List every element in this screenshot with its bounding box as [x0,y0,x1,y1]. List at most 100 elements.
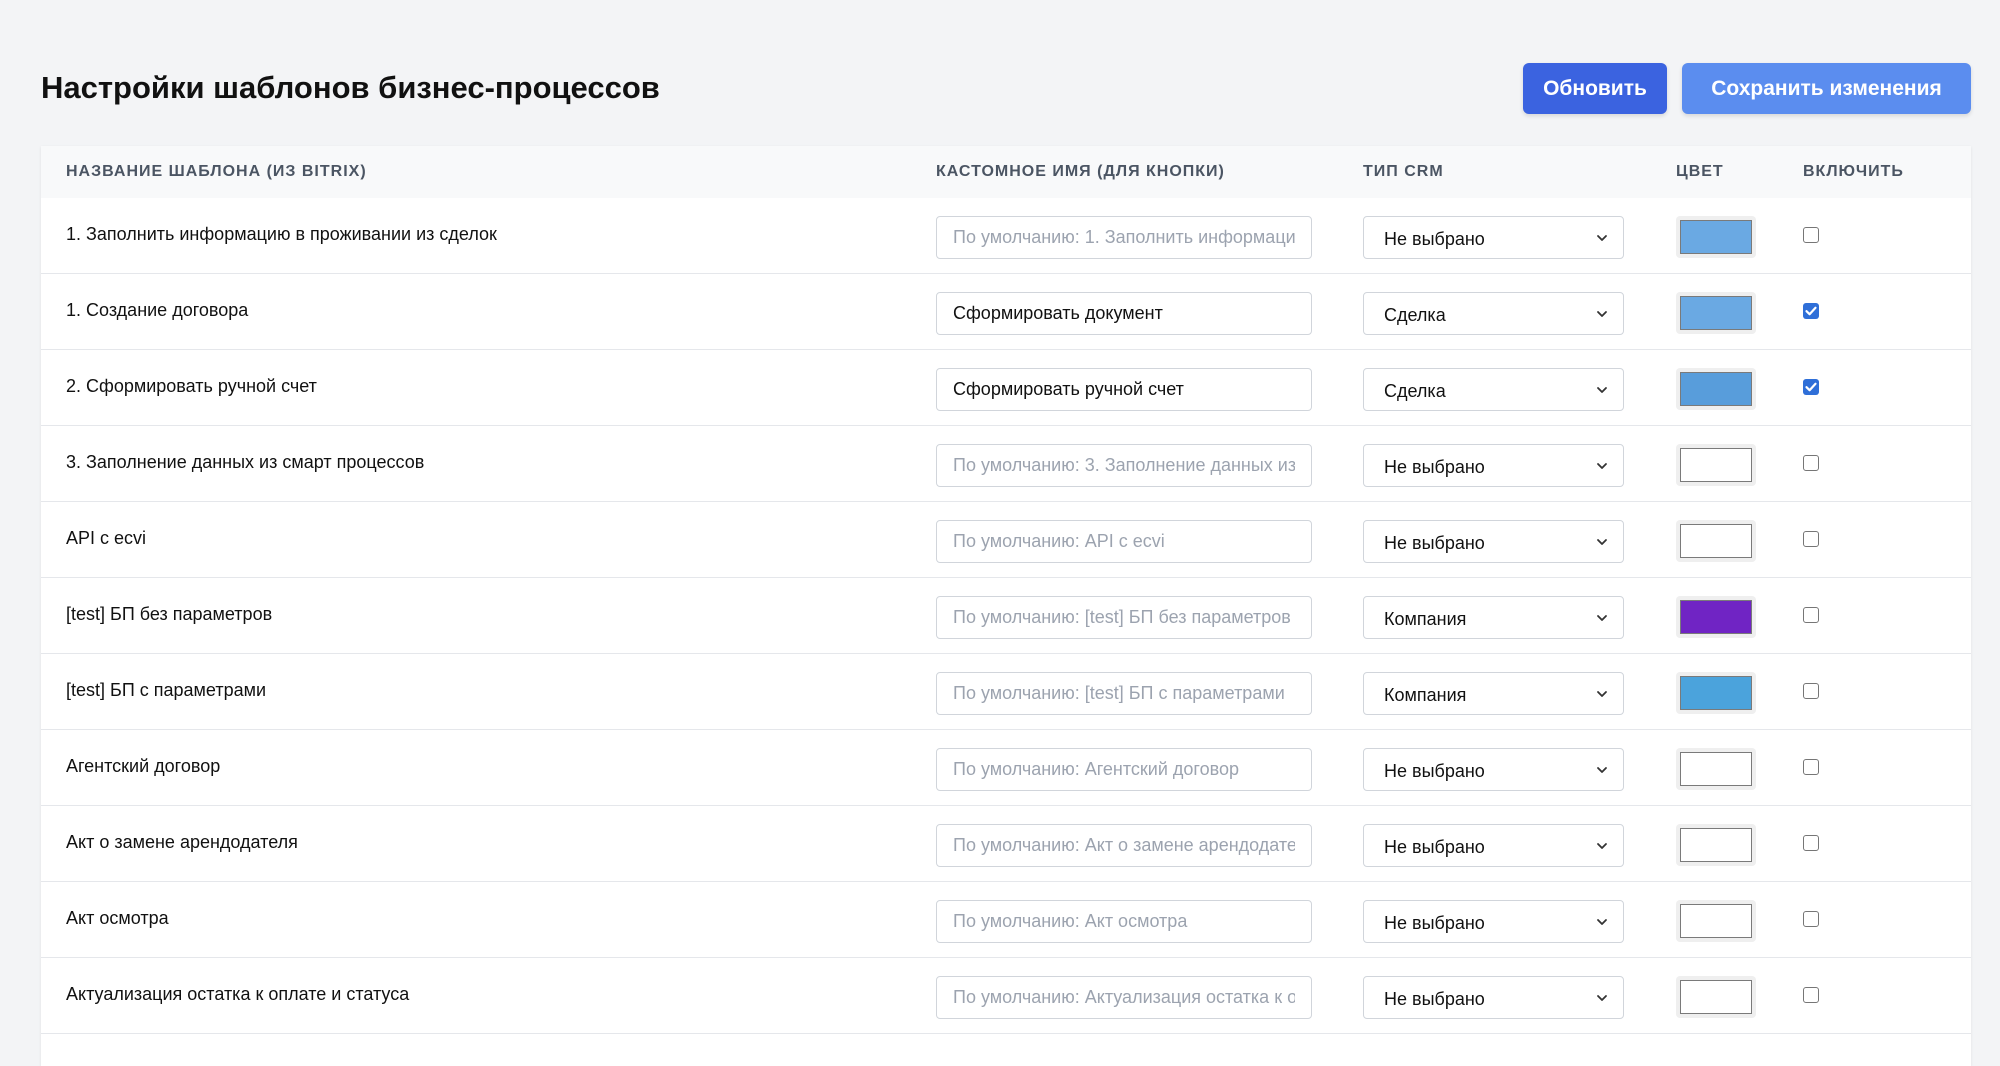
crm-type-value: Не выбрано [1384,457,1485,477]
color-swatch-fill [1680,752,1752,786]
enable-checkbox[interactable] [1803,303,1819,319]
refresh-button[interactable]: Обновить [1523,63,1667,114]
template-name: API с ecvi [66,528,147,548]
crm-type-value: Не выбрано [1384,837,1485,857]
enable-checkbox[interactable] [1803,911,1819,927]
color-swatch-fill [1680,676,1752,710]
chevron-down-icon [1597,539,1607,545]
crm-type-select[interactable]: Не выбрано [1363,444,1624,487]
custom-name-input[interactable] [936,444,1312,487]
template-name: Актуализация остатка к оплате и статуса [66,984,410,1004]
table-row: [test] БП с параметрами Компания [41,654,1971,730]
table-row: Актуализация остатка к оплате и статуса … [41,958,1971,1034]
custom-name-input[interactable] [936,520,1312,563]
enable-checkbox[interactable] [1803,759,1819,775]
column-header-template-name: Название шаблона (из Bitrix) [66,163,367,180]
template-name: 3. Заполнение данных из смарт процессов [66,452,425,472]
crm-type-value: Не выбрано [1384,761,1485,781]
crm-type-value: Компания [1384,609,1467,629]
table-row: 3. Заполнение данных из смарт процессов … [41,426,1971,502]
color-picker[interactable] [1676,368,1756,410]
chevron-down-icon [1597,995,1607,1001]
color-swatch-fill [1680,600,1752,634]
table-row: API с ecvi Не выбрано [41,502,1971,578]
column-header-enable: Включить [1803,163,1904,180]
crm-type-value: Компания [1384,685,1467,705]
crm-type-select[interactable]: Не выбрано [1363,520,1624,563]
template-name: 1. Создание договора [66,300,249,320]
enable-checkbox[interactable] [1803,531,1819,547]
template-name: Агентский договор [66,756,221,776]
color-picker[interactable] [1676,216,1756,258]
color-swatch-fill [1680,296,1752,330]
color-picker[interactable] [1676,520,1756,562]
column-header-custom-name: Кастомное имя (для кнопки) [936,163,1225,180]
enable-checkbox[interactable] [1803,227,1819,243]
crm-type-select[interactable]: Не выбрано [1363,824,1624,867]
template-name: [test] БП с параметрами [66,680,267,700]
crm-type-select[interactable]: Не выбрано [1363,748,1624,791]
color-picker[interactable] [1676,976,1756,1018]
enable-checkbox[interactable] [1803,455,1819,471]
chevron-down-icon [1597,463,1607,469]
crm-type-select[interactable]: Не выбрано [1363,216,1624,259]
color-swatch-fill [1680,524,1752,558]
color-picker[interactable] [1676,292,1756,334]
enable-checkbox[interactable] [1803,683,1819,699]
custom-name-input[interactable] [936,596,1312,639]
crm-type-select[interactable]: Сделка [1363,292,1624,335]
template-name: [test] БП без параметров [66,604,273,624]
crm-type-value: Не выбрано [1384,989,1485,1009]
chevron-down-icon [1597,235,1607,241]
table-header: Название шаблона (из Bitrix) Кастомное и… [41,146,1971,200]
crm-type-select[interactable]: Компания [1363,596,1624,639]
enable-checkbox[interactable] [1803,607,1819,623]
table-row: 2. Сформировать ручной счет Сделка [41,350,1971,426]
custom-name-input[interactable] [936,292,1312,335]
color-picker[interactable] [1676,596,1756,638]
crm-type-value: Сделка [1384,305,1446,325]
color-swatch-fill [1680,220,1752,254]
check-icon [1805,306,1817,316]
template-name: 1. Заполнить информацию в проживании из … [66,224,497,244]
color-picker[interactable] [1676,672,1756,714]
chevron-down-icon [1597,311,1607,317]
table-row: [test] БП без параметров Компания [41,578,1971,654]
color-picker[interactable] [1676,444,1756,486]
templates-settings-page: Настройки шаблонов бизнес-процессов Обно… [0,0,2000,1066]
chevron-down-icon [1597,615,1607,621]
crm-type-select[interactable]: Не выбрано [1363,976,1624,1019]
crm-type-select[interactable]: Компания [1363,672,1624,715]
custom-name-input[interactable] [936,672,1312,715]
color-swatch-fill [1680,980,1752,1014]
column-header-color: Цвет [1676,163,1724,180]
template-name: Акт осмотра [66,908,169,928]
color-swatch-fill [1680,372,1752,406]
custom-name-input[interactable] [936,976,1312,1019]
save-changes-button[interactable]: Сохранить изменения [1682,63,1971,114]
enable-checkbox[interactable] [1803,987,1819,1003]
chevron-down-icon [1597,691,1607,697]
custom-name-input[interactable] [936,368,1312,411]
table-row: 1. Создание договора Сделка [41,274,1971,350]
chevron-down-icon [1597,387,1607,393]
template-name: 2. Сформировать ручной счет [66,376,317,396]
chevron-down-icon [1597,919,1607,925]
templates-table: Название шаблона (из Bitrix) Кастомное и… [41,146,1971,1066]
custom-name-input[interactable] [936,900,1312,943]
crm-type-select[interactable]: Не выбрано [1363,900,1624,943]
check-icon [1805,382,1817,392]
crm-type-value: Не выбрано [1384,229,1485,249]
enable-checkbox[interactable] [1803,835,1819,851]
color-picker[interactable] [1676,748,1756,790]
custom-name-input[interactable] [936,824,1312,867]
crm-type-select[interactable]: Сделка [1363,368,1624,411]
custom-name-input[interactable] [936,216,1312,259]
color-picker[interactable] [1676,824,1756,866]
color-picker[interactable] [1676,900,1756,942]
color-swatch-fill [1680,448,1752,482]
custom-name-input[interactable] [936,748,1312,791]
table-row: 1. Заполнить информацию в проживании из … [41,198,1971,274]
color-swatch-fill [1680,828,1752,862]
enable-checkbox[interactable] [1803,379,1819,395]
